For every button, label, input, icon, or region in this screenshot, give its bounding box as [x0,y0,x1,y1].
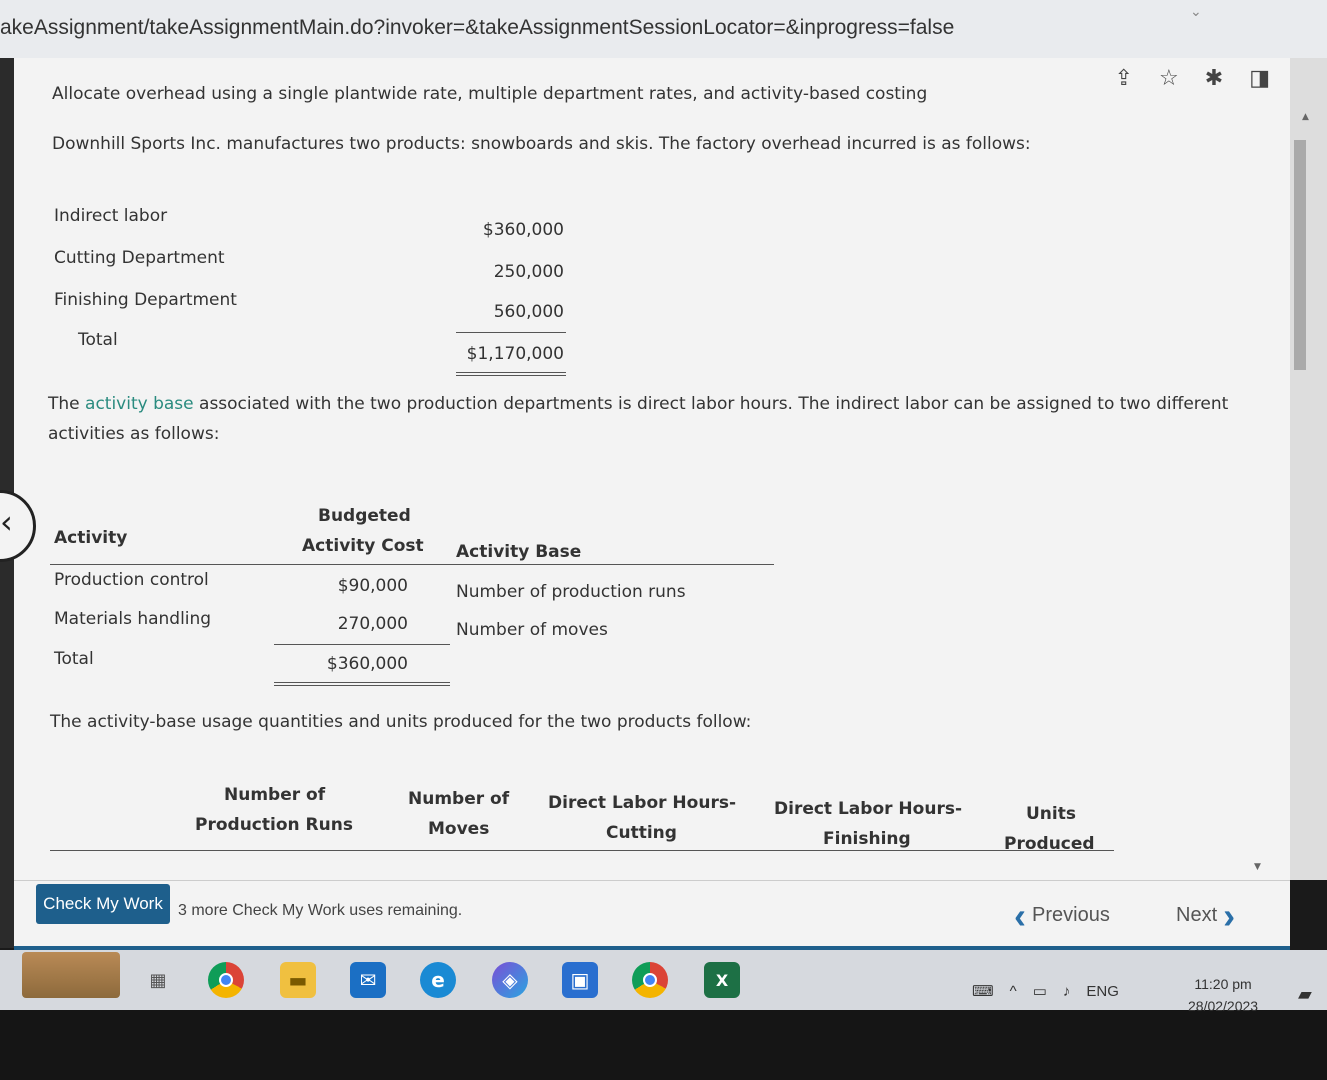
scroll-up-icon[interactable]: ▲ [1302,112,1309,122]
chevron-up-icon[interactable]: ^ [1010,983,1017,1000]
usage-header-runs: Number of [224,785,326,805]
chrome-icon[interactable] [632,962,668,998]
header-rule [50,564,774,565]
usage-header-moves: Moves [428,819,490,839]
scroll-down-icon[interactable]: ▼ [1254,862,1261,872]
scrollbar-thumb[interactable] [1294,140,1306,370]
usage-header-dlh-cutting: Cutting [606,823,677,843]
overhead-label: Indirect labor [54,206,168,226]
language-indicator[interactable]: ENG [1086,983,1119,1000]
table-row-activity: Materials handling [54,609,212,629]
uses-remaining-text: 3 more Check My Work uses remaining. [178,902,463,919]
header-rule [50,850,1114,851]
activity-base-link[interactable]: activity base [85,394,194,414]
edge-icon[interactable]: e [420,962,456,998]
total-double-rule [274,682,450,686]
widgets-icon[interactable] [22,952,120,998]
usage-header-dlh-finishing: Finishing [823,829,911,849]
address-bar[interactable]: akeAssignment/takeAssignmentMain.do?invo… [0,16,954,40]
clock-time: 11:20 pm [1194,976,1252,992]
excel-icon[interactable]: X [704,962,740,998]
monitor-bezel [0,1010,1327,1080]
usage-header-moves: Number of [408,789,510,809]
activity-total-label: Total [54,649,94,669]
task-view-icon[interactable]: ▦ [140,962,176,998]
usage-header-units: Produced [1004,834,1095,854]
overhead-value: 560,000 [493,302,564,322]
overhead-total-label: Total [78,330,118,350]
chevron-left-icon: ‹ [1014,894,1026,936]
assignment-page: ⇪ ☆ ✱ ◨ [14,58,1290,880]
share-icon[interactable]: ⇪ [1115,66,1133,91]
file-explorer-icon[interactable]: ▬ [280,962,316,998]
usage-header-dlh-cutting: Direct Labor Hours- [548,793,736,813]
usage-header-units: Units [1026,804,1076,824]
subtotal-rule [456,332,566,333]
table-row-base: Number of moves [456,620,608,640]
notification-icon[interactable]: ▰ [1298,984,1312,1005]
mail-icon[interactable]: ✉ [350,962,386,998]
col-header-activity-cost: Activity Cost [302,536,424,556]
table-row-cost: 270,000 [337,614,408,634]
overhead-total-value: $1,170,000 [466,344,564,364]
check-my-work-button[interactable]: Check My Work [36,884,170,924]
star-icon[interactable]: ☆ [1159,66,1179,91]
overhead-value: $360,000 [482,220,564,240]
extensions-icon[interactable]: ✱ [1205,66,1223,91]
next-button[interactable]: Next › [1176,894,1236,936]
problem-intro: Downhill Sports Inc. manufactures two pr… [52,134,1031,154]
browser-chrome: akeAssignment/takeAssignmentMain.do?invo… [0,0,1327,58]
problem-heading: Allocate overhead using a single plantwi… [52,84,928,104]
overhead-value: 250,000 [493,262,564,282]
clock[interactable]: 11:20 pm 28/02/2023 [1188,973,1258,1017]
col-header-activity-base: Activity Base [456,542,582,562]
total-double-rule [456,372,566,376]
table-row-activity: Production control [54,570,209,590]
activity-total-value: $360,000 [326,654,408,674]
activity-paragraph-cont: activities as follows: [48,424,220,444]
usage-header-dlh-finishing: Direct Labor Hours- [774,799,962,819]
usage-paragraph: The activity-base usage quantities and u… [50,712,752,732]
overhead-label: Finishing Department [54,290,237,310]
overhead-label: Cutting Department [54,248,225,268]
chevron-right-icon: › [1223,894,1236,936]
chrome-icon[interactable] [208,962,244,998]
volume-icon[interactable]: ♪ [1063,983,1071,1000]
table-row-base: Number of production runs [456,582,686,602]
sidepanel-icon[interactable]: ◨ [1249,66,1270,91]
browser-toolbar: ⇪ ☆ ✱ ◨ [1115,66,1270,91]
col-header-budgeted: Budgeted [318,506,411,526]
system-tray: ⌨ ^ ▭ ♪ ENG [972,982,1119,1001]
keyboard-icon[interactable]: ⌨ [972,982,994,1000]
previous-button[interactable]: ‹ Previous [1014,894,1110,936]
clock-date: 28/02/2023 [1188,998,1259,1014]
network-icon[interactable]: ▭ [1033,982,1047,1000]
chevron-left-icon[interactable]: ‹ [0,503,13,541]
usage-header-runs: Production Runs [195,815,353,835]
store-icon[interactable]: ▣ [562,962,598,998]
col-header-activity: Activity [54,528,128,548]
subtotal-rule [274,644,450,645]
table-row-cost: $90,000 [337,576,408,596]
activity-paragraph: The activity base associated with the tw… [48,394,1229,414]
copilot-icon[interactable]: ◈ [492,962,528,998]
chevron-down-icon[interactable]: ⌄ [1190,4,1202,20]
